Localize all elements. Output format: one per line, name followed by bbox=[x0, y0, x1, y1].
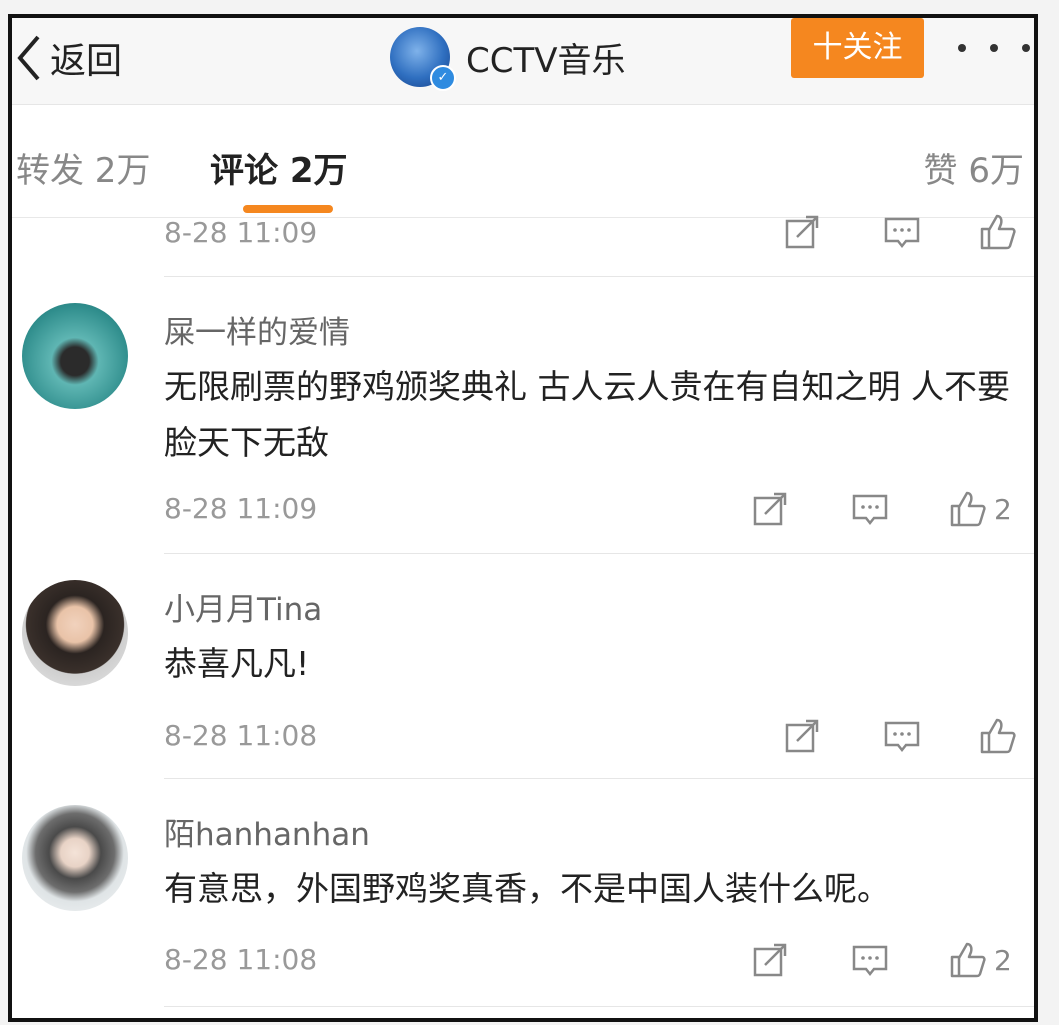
interaction-tabs: 转发 2万 评论 2万 赞 6万 bbox=[12, 105, 1034, 218]
active-tab-indicator bbox=[243, 205, 333, 213]
tab-likes[interactable]: 赞 6万 bbox=[924, 143, 1024, 192]
thumbs-up-icon bbox=[980, 214, 1016, 250]
comment-text: 无限刷票的野鸡颁奖典礼 古人云人贵在有自知之明 人不要脸天下无敌 bbox=[164, 367, 1010, 462]
comment-item: 8-28 11:09 bbox=[12, 214, 1034, 278]
like-action[interactable] bbox=[978, 210, 1018, 254]
thumbs-up-icon bbox=[980, 718, 1016, 754]
account-header[interactable]: ✓ CCTV音乐 bbox=[390, 18, 626, 96]
comment-icon bbox=[852, 945, 888, 977]
like-action[interactable] bbox=[978, 714, 1018, 758]
repost-icon bbox=[785, 719, 819, 753]
comment-item: 小月月Tina 恭喜凡凡! 8-28 11:08 bbox=[12, 554, 1034, 779]
repost-icon bbox=[785, 215, 819, 249]
app-frame: 返回 ✓ CCTV音乐 十关注 转发 2万 评论 2万 赞 6万 8-28 11… bbox=[8, 14, 1038, 1022]
back-label: 返回 bbox=[50, 41, 123, 82]
comment-icon bbox=[884, 721, 920, 753]
user-avatar[interactable] bbox=[22, 580, 128, 686]
like-action[interactable]: 2 bbox=[948, 938, 1012, 982]
like-count: 2 bbox=[994, 943, 1012, 977]
tab-repost[interactable]: 转发 2万 bbox=[16, 143, 150, 192]
reply-action[interactable] bbox=[850, 487, 890, 531]
comment-item: 陌hanhanhan 有意思，外国野鸡奖真香，不是中国人装什么呢。 8-28 1… bbox=[12, 779, 1034, 1007]
repost-action[interactable] bbox=[750, 938, 790, 982]
comment-text: 有意思，外国野鸡奖真香，不是中国人装什么呢。 bbox=[164, 869, 890, 908]
like-count: 2 bbox=[994, 492, 1012, 526]
verified-badge-icon: ✓ bbox=[430, 65, 456, 91]
tab-comments[interactable]: 评论 2万 bbox=[210, 143, 348, 192]
comment-username[interactable]: 屎一样的爱情 bbox=[164, 307, 350, 352]
repost-action[interactable] bbox=[782, 210, 822, 254]
comment-time: 8-28 11:09 bbox=[164, 216, 318, 249]
reply-action[interactable] bbox=[850, 938, 890, 982]
repost-action[interactable] bbox=[782, 714, 822, 758]
account-name[interactable]: CCTV音乐 bbox=[466, 33, 626, 82]
divider bbox=[164, 1006, 1034, 1007]
comment-time: 8-28 11:09 bbox=[164, 492, 318, 525]
more-options-icon[interactable] bbox=[958, 22, 1030, 74]
dot bbox=[958, 44, 966, 52]
comment-text: 恭喜凡凡! bbox=[164, 644, 310, 683]
comment-item: 屎一样的爱情 无限刷票的野鸡颁奖典礼 古人云人贵在有自知之明 人不要脸天下无敌 … bbox=[12, 277, 1034, 554]
comment-time: 8-28 11:08 bbox=[164, 943, 318, 976]
repost-icon bbox=[753, 492, 787, 526]
user-avatar[interactable] bbox=[22, 805, 128, 911]
chevron-left-icon bbox=[17, 35, 40, 81]
top-nav-bar: 返回 ✓ CCTV音乐 十关注 bbox=[12, 18, 1034, 105]
dot bbox=[1022, 44, 1030, 52]
thumbs-up-icon bbox=[950, 942, 986, 978]
back-button[interactable]: 返回 bbox=[14, 28, 122, 88]
comment-username[interactable]: 小月月Tina bbox=[164, 584, 322, 629]
account-avatar[interactable]: ✓ bbox=[390, 27, 456, 91]
dot bbox=[990, 44, 998, 52]
user-avatar[interactable] bbox=[22, 303, 128, 409]
thumbs-up-icon bbox=[950, 491, 986, 527]
comment-username[interactable]: 陌hanhanhan bbox=[164, 809, 370, 854]
repost-icon bbox=[753, 943, 787, 977]
like-action[interactable]: 2 bbox=[948, 487, 1012, 531]
comment-icon bbox=[884, 217, 920, 249]
follow-button[interactable]: 十关注 bbox=[791, 18, 924, 78]
repost-action[interactable] bbox=[750, 487, 790, 531]
reply-action[interactable] bbox=[882, 210, 922, 254]
comment-icon bbox=[852, 494, 888, 526]
comment-time: 8-28 11:08 bbox=[164, 719, 318, 752]
reply-action[interactable] bbox=[882, 714, 922, 758]
